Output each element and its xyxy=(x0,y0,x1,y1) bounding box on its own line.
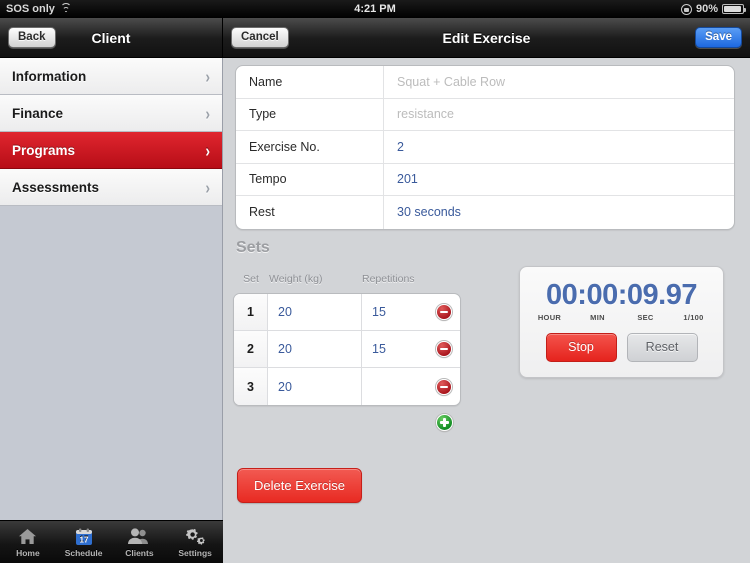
status-bar-clock: 4:21 PM xyxy=(354,3,396,15)
back-button[interactable]: Back xyxy=(8,26,56,49)
sidebar-item-information[interactable]: Information › xyxy=(0,58,222,95)
repetitions-input[interactable]: 15 xyxy=(362,294,436,330)
sets-table-header: Set Weight (kg) Repetitions xyxy=(233,273,461,293)
chevron-right-icon: › xyxy=(205,66,210,86)
delete-set-icon[interactable] xyxy=(436,341,452,357)
rotation-lock-icon xyxy=(680,3,692,15)
type-input[interactable]: resistance xyxy=(384,99,734,131)
stopwatch-unit-labels: HOUR MIN SEC 1/100 xyxy=(520,313,723,322)
weight-input[interactable]: 20 xyxy=(268,368,362,405)
tab-label: Settings xyxy=(178,548,212,558)
tab-schedule[interactable]: 17 Schedule xyxy=(56,526,112,558)
form-label: Tempo xyxy=(236,163,384,195)
right-navigation-bar: Cancel Edit Exercise Save xyxy=(223,18,750,58)
tab-label: Schedule xyxy=(64,548,103,558)
reset-button[interactable]: Reset xyxy=(626,333,698,362)
delete-set-icon[interactable] xyxy=(436,378,452,395)
sidebar-item-finance[interactable]: Finance › xyxy=(0,95,222,132)
sets-section-title: Sets xyxy=(236,239,270,256)
repetitions-input[interactable] xyxy=(362,368,436,405)
exercise-no-input[interactable]: 2 xyxy=(384,131,734,163)
home-icon xyxy=(0,526,56,547)
tab-clients[interactable]: Clients xyxy=(112,526,168,558)
delete-exercise-button[interactable]: Delete Exercise xyxy=(237,468,363,503)
form-label: Name xyxy=(236,66,384,98)
battery-percent-label: 90% xyxy=(695,3,718,15)
label-hour: HOUR xyxy=(537,313,562,322)
set-number: 3 xyxy=(234,368,268,405)
name-input[interactable]: Squat + Cable Row xyxy=(384,66,734,98)
sidebar-item-programs[interactable]: Programs › xyxy=(0,132,222,169)
app-root: SOS only 4:21 PM 90% Back Client Cancel … xyxy=(0,0,750,563)
repetitions-input[interactable]: 15 xyxy=(362,331,436,367)
weight-input[interactable]: 20 xyxy=(268,331,362,367)
set-number: 2 xyxy=(234,331,268,367)
form-row-name[interactable]: Name Squat + Cable Row xyxy=(236,66,734,99)
tab-label: Home xyxy=(16,548,40,558)
left-navigation-bar: Back Client xyxy=(0,18,223,58)
label-hundredth: 1/100 xyxy=(683,313,704,322)
main-content: Name Squat + Cable Row Type resistance E… xyxy=(223,58,750,563)
form-label: Rest xyxy=(236,196,384,229)
battery-icon xyxy=(722,4,746,14)
sidebar: Information › Finance › Programs › Asses… xyxy=(0,58,223,520)
sidebar-item-label: Assessments xyxy=(12,179,100,195)
tab-bar: Home 17 Schedule Clients Settings xyxy=(0,520,223,563)
form-row-rest[interactable]: Rest 30 seconds xyxy=(236,196,734,229)
tab-settings[interactable]: Settings xyxy=(167,526,223,558)
sidebar-item-label: Information xyxy=(12,68,87,84)
form-row-tempo[interactable]: Tempo 201 xyxy=(236,163,734,196)
stopwatch-panel: 00:00:09.97 HOUR MIN SEC 1/100 Stop Rese… xyxy=(519,266,724,378)
chevron-right-icon: › xyxy=(205,103,210,123)
status-bar: SOS only 4:21 PM 90% xyxy=(0,0,750,18)
sidebar-item-label: Finance xyxy=(12,105,64,121)
column-header-set: Set xyxy=(243,273,259,285)
sets-table: 1 20 15 2 20 15 3 20 xyxy=(233,293,461,406)
delete-set-icon[interactable] xyxy=(436,304,452,320)
form-label: Type xyxy=(236,98,384,130)
sidebar-item-assessments[interactable]: Assessments › xyxy=(0,169,222,206)
label-sec: SEC xyxy=(637,313,654,322)
tab-label: Clients xyxy=(125,548,154,558)
table-row[interactable]: 2 20 15 xyxy=(234,331,460,368)
tab-home[interactable]: Home xyxy=(0,526,56,558)
rest-input[interactable]: 30 seconds xyxy=(384,196,734,229)
cancel-button[interactable]: Cancel xyxy=(231,26,289,49)
sets-section: Set Weight (kg) Repetitions 1 20 15 2 20… xyxy=(233,273,461,431)
add-set-icon[interactable] xyxy=(436,414,453,431)
chevron-right-icon: › xyxy=(205,140,210,160)
table-row[interactable]: 1 20 15 xyxy=(234,294,460,331)
set-number: 1 xyxy=(234,294,268,330)
people-icon xyxy=(112,526,168,547)
tempo-input[interactable]: 201 xyxy=(384,164,734,196)
column-header-weight: Weight (kg) xyxy=(269,273,323,285)
table-row[interactable]: 3 20 xyxy=(234,368,460,405)
save-button[interactable]: Save xyxy=(695,26,742,49)
svg-text:17: 17 xyxy=(79,535,88,544)
stopwatch-controls: Stop Reset xyxy=(520,333,723,362)
form-label: Exercise No. xyxy=(236,131,384,163)
form-row-type[interactable]: Type resistance xyxy=(236,98,734,131)
status-bar-right: 90% xyxy=(680,3,746,15)
form-row-exercise-no[interactable]: Exercise No. 2 xyxy=(236,131,734,164)
stop-button[interactable]: Stop xyxy=(545,333,617,362)
stopwatch-display: 00:00:09.97 xyxy=(546,279,697,311)
gears-icon xyxy=(167,526,223,547)
exercise-form-card: Name Squat + Cable Row Type resistance E… xyxy=(235,65,735,230)
chevron-right-icon: › xyxy=(205,177,210,197)
page-title: Edit Exercise xyxy=(442,29,531,46)
calendar-icon: 17 xyxy=(56,526,112,547)
label-min: MIN xyxy=(590,313,605,322)
column-header-repetitions: Repetitions xyxy=(362,273,415,285)
weight-input[interactable]: 20 xyxy=(268,294,362,330)
sidebar-item-label: Programs xyxy=(12,142,76,158)
